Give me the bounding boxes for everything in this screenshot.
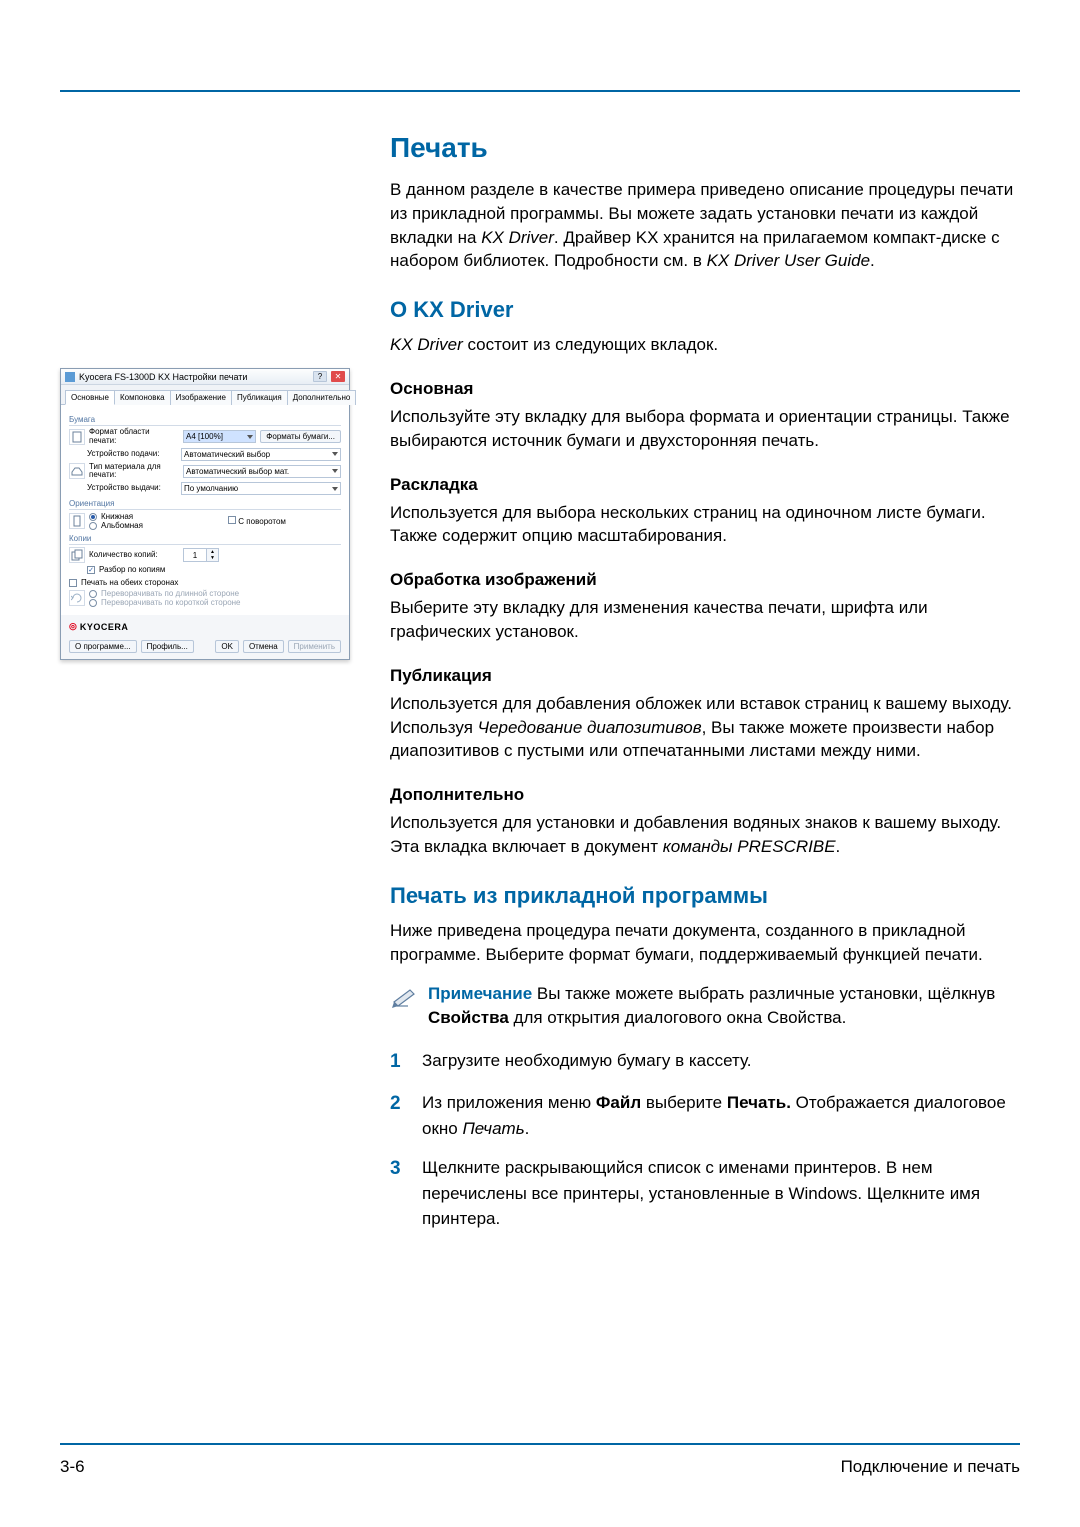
app-intro-paragraph: Ниже приведена процедура печати документ…: [390, 919, 1020, 967]
tab-advanced: Дополнительно: [287, 390, 357, 405]
imaging-paragraph: Выберите эту вкладку для изменения качес…: [390, 596, 1020, 644]
basic-paragraph: Используйте эту вкладку для выбора форма…: [390, 405, 1020, 453]
radio-landscape: [89, 522, 97, 530]
spin-down-icon: ▼: [207, 555, 218, 561]
step-2-text: Из приложения меню Файл выберите Печать.…: [422, 1090, 1020, 1141]
kyocera-mark-icon: ◎: [69, 621, 77, 632]
tray-icon: [69, 463, 85, 479]
copies-stepper: ▲▼: [183, 548, 219, 562]
bottom-rule: [60, 1443, 1020, 1445]
printer-icon: [65, 372, 75, 382]
dialog-titlebar: Kyocera FS-1300D KX Настройки печати ? ✕: [61, 369, 349, 385]
step-2: 2 Из приложения меню Файл выберите Печат…: [390, 1090, 1020, 1141]
chevron-down-icon: [247, 435, 253, 439]
copies-icon: [69, 547, 85, 563]
flip-icon: [69, 590, 85, 606]
duplex-label: Печать на обеих сторонах: [81, 578, 178, 587]
heading-print-from-app: Печать из прикладной программы: [390, 883, 1020, 909]
note-icon: [390, 982, 418, 1010]
intro-paragraph: В данном разделе в качестве примера прив…: [390, 178, 1020, 273]
apply-button: Применить: [288, 640, 341, 653]
kx-consists-paragraph: KX Driver состоит из следующих вкладок.: [390, 333, 1020, 357]
step-number: 2: [390, 1090, 410, 1119]
step-1: 1 Загрузите необходимую бумагу в кассету…: [390, 1048, 1020, 1077]
note-block: Примечание Вы также можете выбрать разли…: [390, 982, 1020, 1030]
media-select: Автоматический выбор мат.: [183, 465, 341, 478]
group-paper: Бумага: [69, 415, 341, 426]
subhead-publishing: Публикация: [390, 666, 1020, 686]
steps-list: 1 Загрузите необходимую бумагу в кассету…: [390, 1048, 1020, 1232]
output-label: Устройство выдачи:: [87, 484, 177, 493]
kyocera-brand: KYOCERA: [80, 622, 129, 632]
print-area-label: Формат области печати:: [89, 428, 179, 446]
step-number: 1: [390, 1048, 410, 1077]
page-number: 3-6: [60, 1457, 85, 1477]
chevron-down-icon: [332, 452, 338, 456]
cancel-button: Отмена: [243, 640, 284, 653]
close-icon: ✕: [331, 371, 345, 382]
collate-label: Разбор по копиям: [99, 565, 165, 574]
collate-checkbox: ✓: [87, 566, 95, 574]
flip-short-label: Переворачивать по короткой стороне: [101, 598, 241, 607]
dialog-tabs: Основные Компоновка Изображение Публикац…: [61, 385, 349, 405]
subhead-basic: Основная: [390, 379, 1020, 399]
question-icon: ?: [313, 371, 327, 382]
print-size-value: A4 [100%]: [186, 432, 223, 441]
orientation-icon: [69, 513, 85, 529]
advanced-paragraph: Используется для установки и добавления …: [390, 811, 1020, 859]
source-select: Автоматический выбор: [181, 448, 341, 461]
dialog-footer: О программе... Профиль... OK Отмена Прим…: [61, 636, 349, 653]
rotate-label: С поворотом: [238, 517, 286, 526]
chevron-down-icon: [332, 487, 338, 491]
kyocera-logo: ◎ KYOCERA: [69, 621, 349, 632]
radio-portrait: [89, 513, 97, 521]
copies-label: Количество копий:: [89, 551, 179, 560]
rotate-checkbox: [228, 516, 236, 524]
radio-flip-long: [89, 590, 97, 598]
subhead-layout: Раскладка: [390, 475, 1020, 495]
heading-about-kx: О KX Driver: [390, 297, 1020, 323]
output-select: По умолчанию: [181, 482, 341, 495]
source-value: Автоматический выбор: [184, 450, 270, 459]
tab-basic: Основные: [65, 390, 115, 405]
kx-driver-dialog-screenshot: Kyocera FS-1300D KX Настройки печати ? ✕…: [60, 368, 350, 660]
step-3-text: Щелкните раскрывающийся список с именами…: [422, 1155, 1020, 1232]
note-text: Примечание Вы также можете выбрать разли…: [428, 982, 1020, 1030]
publishing-paragraph: Используется для добавления обложек или …: [390, 692, 1020, 763]
top-rule: [60, 90, 1020, 92]
subhead-imaging: Обработка изображений: [390, 570, 1020, 590]
chevron-down-icon: [332, 469, 338, 473]
note-label: Примечание: [428, 984, 532, 1003]
about-button: О программе...: [69, 640, 137, 653]
group-copies: Копии: [69, 534, 341, 545]
tab-imaging: Изображение: [170, 390, 232, 405]
paper-sizes-button: Форматы бумаги...: [260, 430, 341, 443]
step-3: 3 Щелкните раскрывающийся список с имена…: [390, 1155, 1020, 1232]
output-value: По умолчанию: [184, 484, 238, 493]
source-label: Устройство подачи:: [87, 450, 177, 459]
footer-chapter: Подключение и печать: [841, 1457, 1020, 1477]
duplex-checkbox: [69, 579, 77, 587]
profile-button: Профиль...: [141, 640, 194, 653]
subhead-advanced: Дополнительно: [390, 785, 1020, 805]
step-number: 3: [390, 1155, 410, 1184]
page-icon: [69, 429, 85, 445]
step-1-text: Загрузите необходимую бумагу в кассету.: [422, 1048, 752, 1074]
radio-flip-short: [89, 599, 97, 607]
landscape-label: Альбомная: [101, 521, 143, 530]
portrait-label: Книжная: [101, 512, 133, 521]
heading-print: Печать: [390, 132, 1020, 164]
flip-long-label: Переворачивать по длинной стороне: [101, 589, 239, 598]
tab-publishing: Публикация: [231, 390, 288, 405]
tab-layout: Компоновка: [114, 390, 171, 405]
media-value: Автоматический выбор мат.: [186, 467, 289, 476]
copies-value: [184, 549, 206, 561]
ok-button: OK: [215, 640, 239, 653]
print-size-select: A4 [100%]: [183, 430, 256, 443]
media-label: Тип материала для печати:: [89, 463, 179, 481]
layout-paragraph: Используется для выбора нескольких стран…: [390, 501, 1020, 549]
group-orientation: Ориентация: [69, 499, 341, 510]
dialog-title: Kyocera FS-1300D KX Настройки печати: [79, 372, 309, 382]
